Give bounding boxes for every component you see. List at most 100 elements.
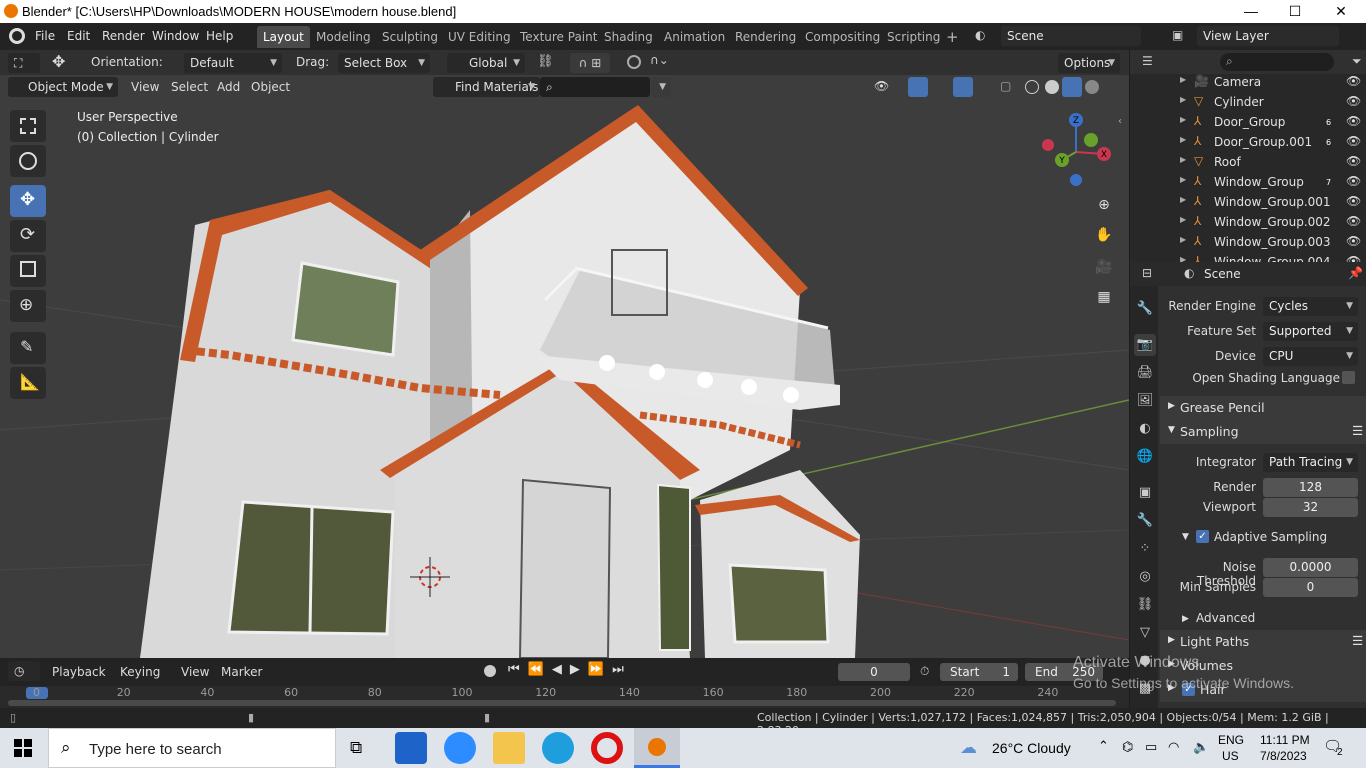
menu-view[interactable]: View [131, 80, 159, 94]
outliner-item[interactable]: ▶ ⅄ Window_Group 7 👁 [1130, 172, 1366, 192]
timeline-editor-type[interactable]: ◷ [8, 661, 40, 681]
record-icon[interactable] [484, 665, 496, 677]
opera-browser-icon[interactable] [591, 732, 623, 764]
scene-selector[interactable]: Scene [1001, 26, 1141, 46]
tool-tab-icon[interactable]: 🔧 [1134, 298, 1156, 320]
list-icon[interactable]: ☰ [1352, 423, 1363, 438]
weather-text[interactable]: 26°C Cloudy [992, 740, 1071, 756]
camera-view-icon[interactable]: 🎥 [1092, 255, 1116, 279]
menu-help[interactable]: Help [206, 29, 233, 43]
task-view-icon[interactable]: ⧉ [350, 738, 362, 758]
menu-marker[interactable]: Marker [221, 665, 262, 679]
current-frame-field[interactable]: 0 [838, 663, 910, 681]
select-box-tool[interactable] [10, 110, 46, 142]
object-tab-icon[interactable]: ▣ [1134, 482, 1156, 504]
rendered-shading-icon[interactable] [1085, 80, 1099, 94]
outliner-item[interactable]: ▶ ⅄ Door_Group 6 👁 [1130, 112, 1366, 132]
stopwatch-icon[interactable]: ⏱ [920, 664, 929, 679]
expand-arrow-icon[interactable]: ▶ [1180, 215, 1186, 224]
start-frame-field[interactable]: Start 1 [940, 663, 1018, 681]
outliner-item[interactable]: ▶ ⅄ Window_Group.001 👁 [1130, 192, 1366, 212]
expand-arrow-icon[interactable]: ▶ [1180, 235, 1186, 244]
particles-tab-icon[interactable]: ⁘ [1134, 538, 1156, 560]
timeline-ruler[interactable]: 0 20 40 60 80 100 120 140 160 180 200 220 240 [0, 686, 1129, 708]
drag-dropdown[interactable]: Select Box ▼ [338, 53, 430, 73]
osl-checkbox[interactable] [1342, 371, 1355, 384]
render-engine-dropdown[interactable]: Cycles ▼ [1263, 297, 1358, 316]
data-tab-icon[interactable]: ▽ [1134, 622, 1156, 644]
expand-arrow-icon[interactable]: ▶ [1180, 195, 1186, 204]
wifi-icon[interactable]: ◠ [1168, 739, 1179, 755]
visibility-eye-icon[interactable]: 👁 [1346, 194, 1361, 208]
render-samples-field[interactable]: 128 [1263, 478, 1358, 497]
taskbar-search-box[interactable]: ⌕ Type here to search [48, 728, 336, 768]
outliner-item[interactable]: ▶ 🎥 Camera 👁 [1130, 72, 1366, 92]
battery-icon[interactable]: ▭ [1145, 739, 1157, 755]
edge-browser-icon[interactable] [542, 732, 574, 764]
minimize-button[interactable]: — [1228, 0, 1274, 23]
zoom-app-icon[interactable] [444, 732, 476, 764]
solid-shading-icon[interactable] [1045, 80, 1059, 94]
integrator-dropdown[interactable]: Path Tracing ▼ [1263, 453, 1358, 472]
xray-icon[interactable]: ▢ [1000, 79, 1011, 93]
menu-edit[interactable]: Edit [67, 29, 90, 43]
tab-shading[interactable]: Shading [598, 26, 659, 48]
visibility-eye-icon[interactable]: 👁 [1346, 154, 1361, 168]
find-materials-dropdown[interactable]: Find Materials ▼ [433, 77, 540, 97]
menu-select[interactable]: Select [171, 80, 208, 94]
outliner-search-input[interactable]: ⌕ [1220, 53, 1334, 71]
file-explorer-icon[interactable] [493, 732, 525, 764]
visibility-eye-icon[interactable]: 👁 [1346, 214, 1361, 228]
menu-render[interactable]: Render [102, 29, 145, 43]
outliner-item[interactable]: ▶ ⅄ Window_Group.002 👁 [1130, 212, 1366, 232]
language-primary[interactable]: ENG [1218, 733, 1244, 747]
options-dropdown[interactable]: Options ▼ [1058, 53, 1120, 73]
tab-compositing[interactable]: Compositing [799, 26, 886, 48]
search-dropdown-button[interactable]: ▼ [651, 77, 671, 97]
outliner-item[interactable]: ▶ ⅄ Window_Group.003 👁 [1130, 232, 1366, 252]
tray-app-icon[interactable]: ⌬ [1122, 739, 1133, 755]
tab-layout[interactable]: Layout [257, 26, 310, 48]
menu-keying[interactable]: Keying [120, 665, 160, 679]
add-workspace-button[interactable]: + [940, 26, 965, 48]
menu-view[interactable]: View [181, 665, 209, 679]
orientation-dropdown[interactable]: Default ▼ [184, 53, 282, 73]
tab-uv-editing[interactable]: UV Editing [442, 26, 517, 48]
playback-controls[interactable]: ⏮⏪◀▶⏩⏭ [508, 662, 632, 677]
outliner-item[interactable]: ▶ ⅄ Door_Group.001 6 👁 [1130, 132, 1366, 152]
mode-dropdown[interactable]: Object Mode ▼ [8, 77, 118, 97]
gizmo-neg-x-circle[interactable] [1042, 139, 1054, 151]
render-tab-icon[interactable]: 📷 [1134, 334, 1156, 356]
overlays-toggle-icon[interactable] [953, 77, 973, 97]
close-button[interactable]: ✕ [1318, 0, 1364, 23]
tray-chevron-icon[interactable]: ⌃ [1098, 738, 1109, 754]
cursor-tool[interactable] [10, 145, 46, 177]
visibility-icon[interactable]: 👁 [874, 79, 889, 93]
view-layer-icon[interactable]: ▣ [1172, 28, 1183, 42]
list-icon[interactable]: ☰ [1352, 633, 1363, 648]
zoom-icon[interactable]: ⊕ [1092, 193, 1116, 217]
tab-animation[interactable]: Animation [658, 26, 731, 48]
outliner-editor-icon[interactable]: ☰ [1142, 54, 1153, 68]
expand-arrow-icon[interactable]: ▶ [1180, 155, 1186, 164]
blender-menu-icon[interactable] [9, 28, 25, 44]
gizmo-neg-y-circle[interactable] [1084, 133, 1098, 147]
transform-tool[interactable]: ⊕ [10, 290, 46, 322]
menu-add[interactable]: Add [217, 80, 240, 94]
timeline-scrollbar[interactable] [8, 700, 1116, 706]
expand-arrow-icon[interactable]: ▶ [1180, 75, 1186, 84]
annotate-tool[interactable]: ✎ [10, 332, 46, 364]
properties-editor-icon[interactable]: ⊟ [1142, 266, 1152, 280]
store-app-icon[interactable] [395, 732, 427, 764]
view-layer-selector[interactable]: View Layer [1197, 26, 1339, 46]
blender-taskbar-button[interactable] [634, 728, 680, 768]
menu-object[interactable]: Object [251, 80, 290, 94]
visibility-eye-icon[interactable]: 👁 [1346, 74, 1361, 88]
viewport-samples-field[interactable]: 32 [1263, 498, 1358, 517]
light-paths-section[interactable]: ▶ Light Paths ☰ [1160, 630, 1366, 654]
material-search-input[interactable]: ⌕ [540, 77, 650, 97]
3d-viewport[interactable]: ⛶ ✥ Orientation: Default ▼ Drag: Select B… [0, 50, 1129, 658]
ortho-grid-icon[interactable]: ▦ [1092, 285, 1116, 309]
proportional-edit-icon[interactable] [627, 55, 641, 69]
transform-orientation-dropdown[interactable]: Global ▼ [447, 53, 525, 73]
